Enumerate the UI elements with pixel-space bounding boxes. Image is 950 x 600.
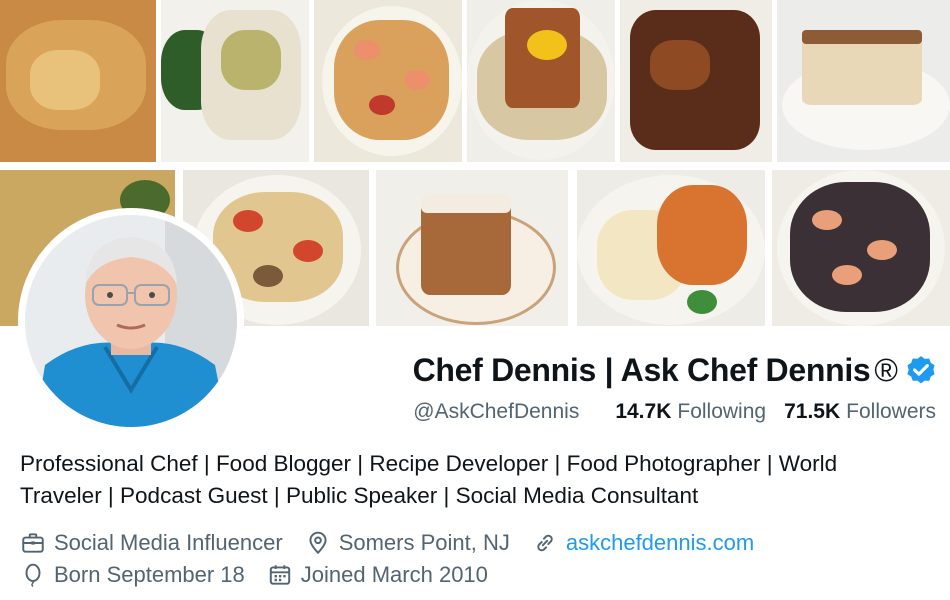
profile-info-row-1: Social Media Influencer Somers Point, NJ… [20,530,776,556]
banner-photo-chicken-parm-spaghetti [577,170,765,326]
avatar-portrait [25,215,237,427]
banner-photo-shrimp-pasta [314,0,462,162]
joined-text: Joined March 2010 [300,562,488,587]
followers-stat[interactable]: 71.5K Followers [784,400,936,424]
banner-photo-carrot-cake [376,170,568,326]
joined-item: Joined March 2010 [267,562,488,588]
profile-name-row: Chef Dennis | Ask Chef Dennis ® [413,352,938,389]
link-icon [537,534,553,552]
category-item: Social Media Influencer [20,530,283,556]
profile-bio: Professional Chef | Food Blogger | Recip… [20,451,838,508]
avatar[interactable] [25,215,237,427]
followers-label: Followers [846,400,936,423]
banner-photo-bread-pudding [0,0,156,162]
display-name: Chef Dennis | Ask Chef Dennis [412,352,871,388]
banner-photo-salmon-rice [467,0,615,162]
banner-photo-tiramisu [777,0,950,162]
banner-photo-grilled-chicken [620,0,772,162]
verified-badge-icon[interactable] [904,354,938,388]
registered-mark: ® [874,352,898,388]
category-text: Social Media Influencer [54,530,283,555]
following-stat[interactable]: 14.7K Following [615,400,766,424]
profile-meta-row: @AskChefDennis 14.7K Following 71.5K Fol… [413,400,936,424]
location-item: Somers Point, NJ [305,530,510,556]
location-text: Somers Point, NJ [338,530,510,555]
following-label: Following [677,400,767,423]
following-count: 14.7K [615,400,672,423]
website-item[interactable]: askchefdennis.com [532,530,754,556]
followers-count: 71.5K [784,400,841,423]
birthday-text: Born September 18 [54,562,245,587]
website-link[interactable]: askchefdennis.com [566,530,754,556]
birthday-item: Born September 18 [20,562,245,588]
banner-photo-fish-fillet [161,0,309,162]
handle: @AskChefDennis [413,400,580,423]
calendar-icon [269,565,290,585]
balloon-icon [25,563,41,587]
briefcase-icon [22,533,44,553]
map-pin-icon [309,531,327,555]
profile-info-row-2: Born September 18 Joined March 2010 [20,562,510,588]
banner-photo-mussels [772,170,950,326]
